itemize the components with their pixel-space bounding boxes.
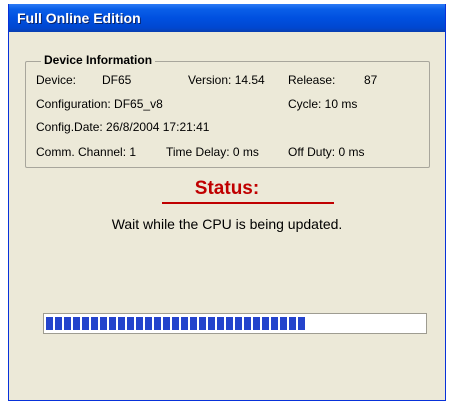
release-value: 87: [364, 73, 378, 87]
progress-bar: [43, 313, 427, 334]
status-label: Status:: [194, 178, 260, 199]
status-underline: [162, 202, 334, 204]
time-delay-text: Time Delay: 0 ms: [166, 145, 259, 159]
group-title: Device Information: [41, 53, 156, 67]
comm-channel-text: Comm. Channel: 1: [36, 145, 137, 159]
dialog-window: Full Online Edition Device Information D…: [8, 4, 446, 401]
configuration-text: Configuration: DF65_v8: [36, 97, 163, 111]
window-title: Full Online Edition: [17, 10, 141, 26]
progress-fill: [46, 317, 307, 330]
dialog-client-area: Device Information Device: DF65 Version:…: [12, 35, 442, 397]
off-duty-text: Off Duty: 0 ms: [288, 145, 365, 159]
config-date-text: Config.Date: 26/8/2004 17:21:41: [36, 120, 210, 134]
device-information-group: Device Information Device: DF65 Version:…: [25, 53, 430, 168]
release-label: Release:: [288, 73, 336, 87]
device-label: Device:: [36, 73, 77, 87]
device-value: DF65: [102, 73, 132, 87]
version-text: Version: 14.54: [188, 73, 265, 87]
status-message: Wait while the CPU is being updated.: [111, 216, 343, 232]
title-bar[interactable]: Full Online Edition: [9, 4, 445, 32]
cycle-text: Cycle: 10 ms: [288, 97, 358, 111]
